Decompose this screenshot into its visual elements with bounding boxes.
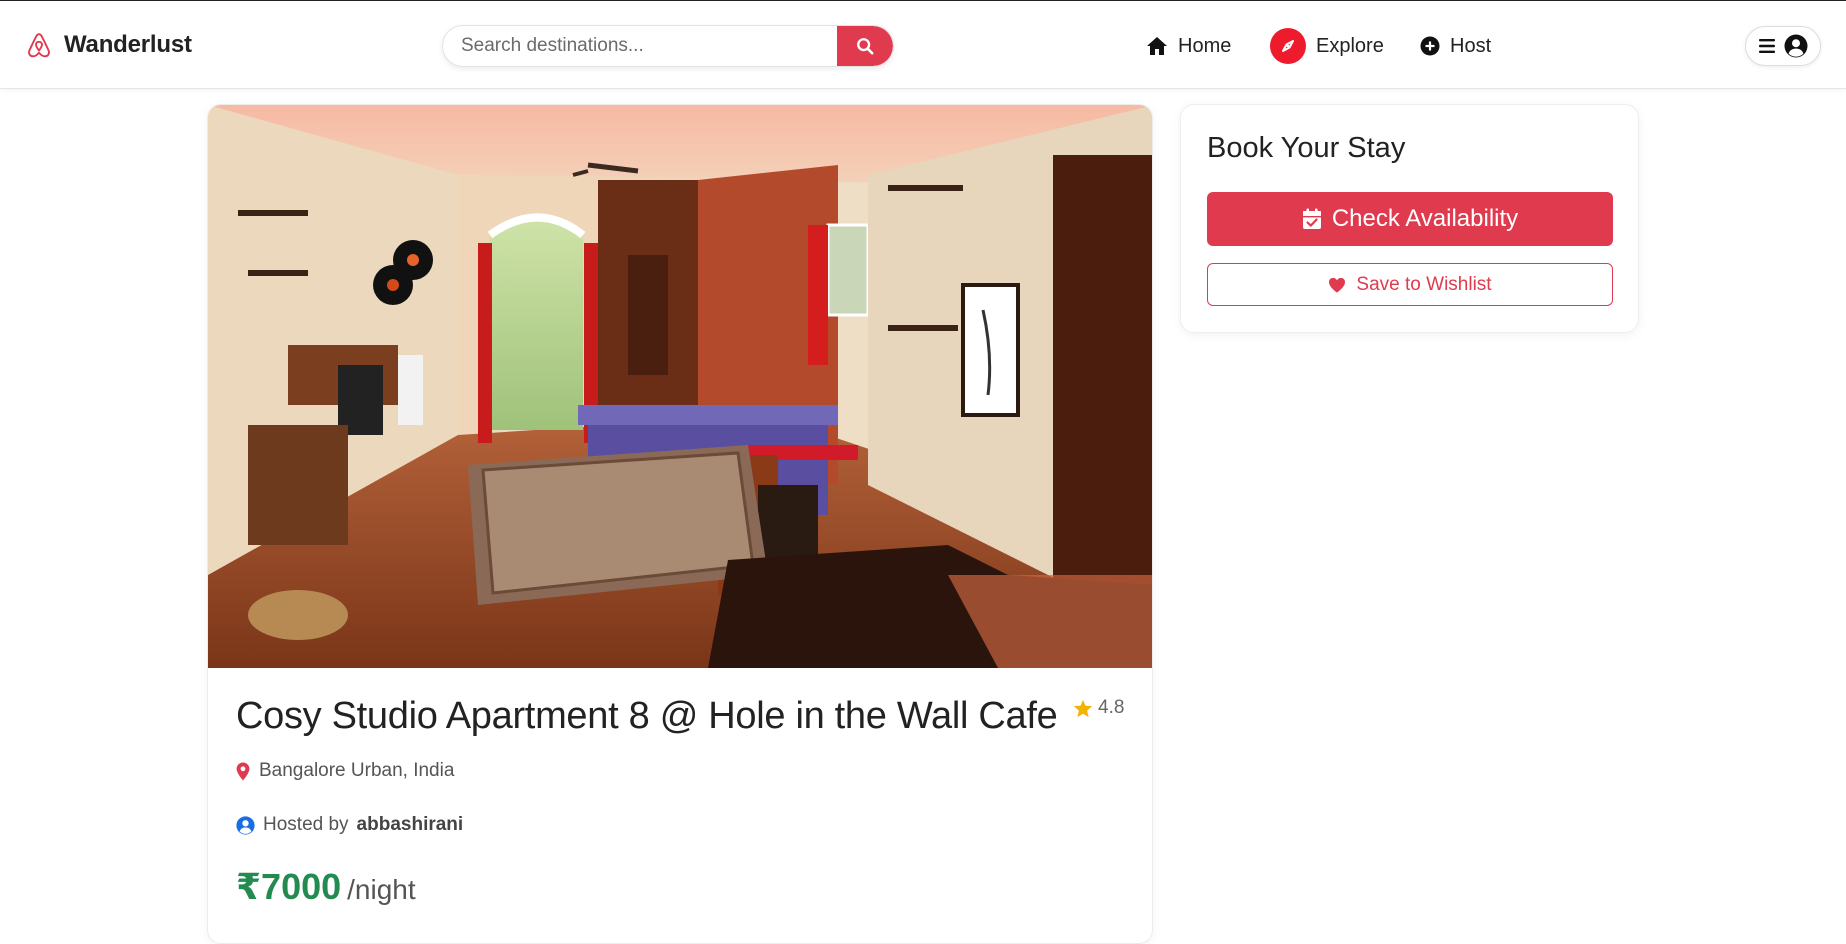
- location-text: Bangalore Urban, India: [259, 760, 455, 781]
- user-circle-icon: [1784, 34, 1808, 58]
- listing-photo[interactable]: [208, 105, 1153, 668]
- check-availability-button[interactable]: Check Availability: [1207, 192, 1613, 246]
- compass-icon: [1282, 40, 1294, 52]
- check-availability-label: Check Availability: [1331, 205, 1519, 232]
- explore-badge: [1270, 28, 1306, 64]
- user-menu-button[interactable]: [1745, 26, 1821, 66]
- brand-name: Wanderlust: [64, 31, 192, 58]
- star-icon: [1073, 699, 1093, 717]
- rating-value: 4.8: [1098, 697, 1125, 718]
- airbnb-logo-icon: [28, 33, 50, 58]
- booking-card: Book Your Stay Check Availability Save t…: [1180, 104, 1639, 333]
- price-amount: ₹7000: [236, 866, 342, 907]
- location-pin-icon: [236, 762, 250, 780]
- booking-title: Book Your Stay: [1207, 132, 1406, 164]
- nav-explore-label: Explore: [1316, 34, 1384, 57]
- brand[interactable]: Wanderlust: [24, 30, 192, 60]
- listing-title: Cosy Studio Apartment 8 @ Hole in the Wa…: [236, 695, 1058, 737]
- listing-card: Cosy Studio Apartment 8 @ Hole in the Wa…: [207, 104, 1153, 944]
- save-to-wishlist-label: Save to Wishlist: [1356, 273, 1492, 295]
- hosted-by-label: Hosted by: [263, 814, 349, 835]
- navbar: Wanderlust Home Explore: [0, 1, 1846, 89]
- search-button[interactable]: [837, 26, 893, 66]
- search-icon: [857, 38, 874, 55]
- home-icon: [1147, 37, 1167, 55]
- menu-icon: [1759, 39, 1775, 53]
- host-name: abbashirani: [356, 814, 464, 835]
- location: Bangalore Urban, India: [236, 760, 454, 782]
- search-input[interactable]: [443, 26, 838, 66]
- nav-host-label: Host: [1450, 34, 1492, 57]
- nav-home[interactable]: Home: [1146, 28, 1231, 64]
- nav-home-label: Home: [1178, 34, 1232, 57]
- nav-explore[interactable]: Explore: [1270, 28, 1384, 64]
- calendar-check-icon: [1302, 208, 1321, 229]
- host-user-icon: [236, 815, 255, 835]
- price-unit: /night: [347, 874, 416, 905]
- rating: 4.8: [1073, 697, 1124, 719]
- price: ₹7000 /night: [236, 866, 416, 908]
- nav-host[interactable]: Host: [1420, 28, 1491, 64]
- host-info: Hosted by abbashirani: [236, 814, 463, 836]
- plus-circle-icon: [1420, 36, 1440, 56]
- search-bar: [442, 25, 894, 67]
- heart-icon: [1329, 277, 1346, 293]
- save-to-wishlist-button[interactable]: Save to Wishlist: [1207, 263, 1613, 306]
